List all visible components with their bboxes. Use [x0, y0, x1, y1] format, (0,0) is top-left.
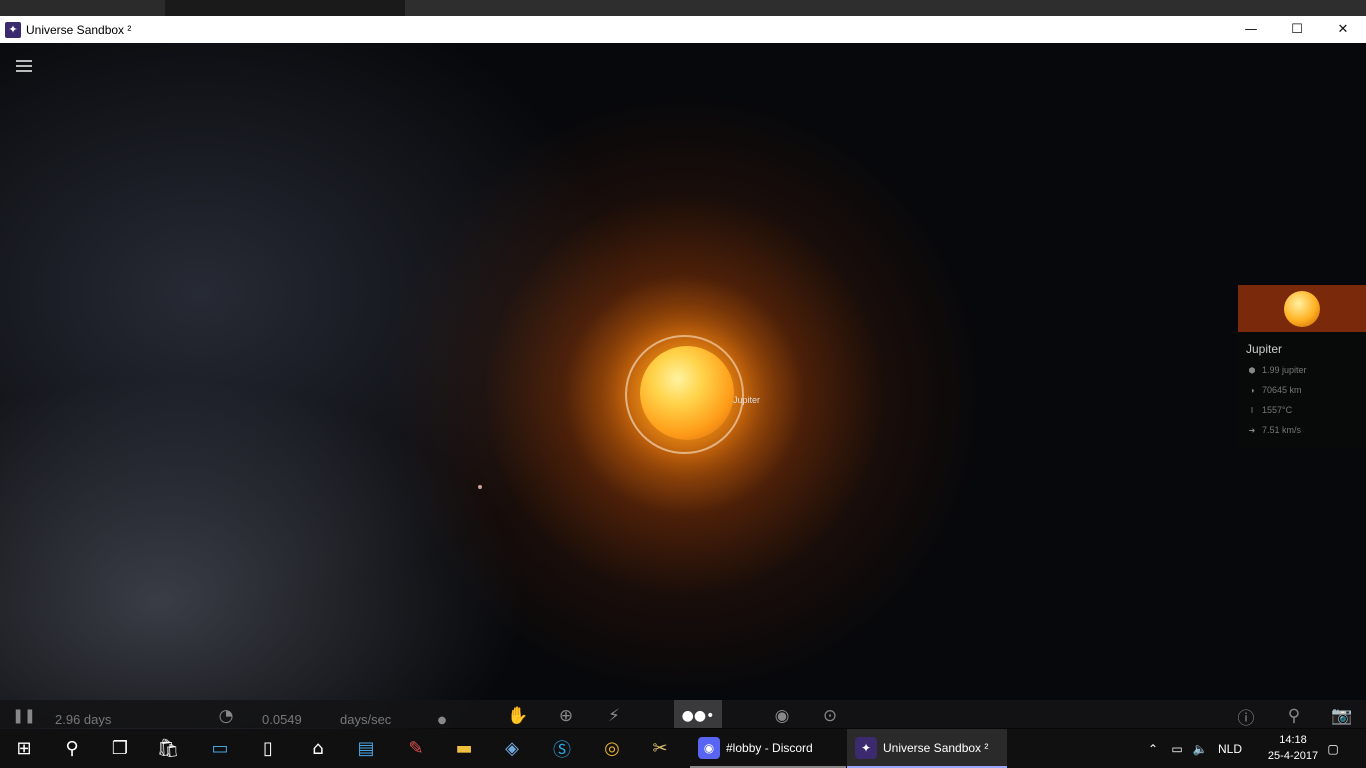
contacts-app-icon[interactable]: ▤ [342, 729, 390, 768]
add-object-icon[interactable]: ⊕ [554, 704, 578, 728]
file-explorer-icon[interactable]: ▬ [440, 729, 488, 768]
discord-icon: ◉ [698, 736, 720, 759]
radius-icon: ◑ [1249, 385, 1255, 395]
power-icon[interactable]: ▭ [1168, 729, 1186, 768]
object-info-panel: Jupiter ⬢ 1.99 jupiter ◑ 70645 km I 1557… [1238, 285, 1366, 447]
background-window-segment [405, 0, 1366, 16]
time-step-icon[interactable]: ◔ [214, 704, 238, 728]
simulation-viewport[interactable]: Jupiter Jupiter ⬢ 1.99 jupiter ◑ 70645 k… [0, 43, 1366, 729]
lenovo-app-icon[interactable]: ▭ [196, 729, 244, 768]
grab-hand-icon[interactable]: ✋ [506, 704, 530, 728]
orbit-dots-icon[interactable]: ●●• [682, 704, 715, 728]
simulation-toolbar: ❚❚ 2.96 days ◔ 0.0549 days/sec ● ✋ ⊕ ⚡ ●… [0, 700, 1366, 729]
camera-icon[interactable]: 📷 [1330, 704, 1354, 728]
windows-start-icon[interactable]: ⊞ [0, 729, 48, 768]
radius-value: 70645 km [1262, 385, 1302, 395]
object-thumbnail[interactable] [1238, 285, 1366, 332]
notifications-icon[interactable]: ▢ [1322, 729, 1344, 768]
temperature-value: 1557°C [1262, 405, 1293, 415]
search-icon[interactable]: ⚲ [1282, 704, 1306, 728]
task-view-icon[interactable]: ❐ [96, 729, 144, 768]
elapsed-time: 2.96 days [55, 711, 112, 727]
window-controls: — ☐ ✕ [1228, 16, 1366, 43]
taskbar-app-universe-sandbox[interactable]: ✦ Universe Sandbox ² [847, 729, 1007, 768]
maximize-button[interactable]: ☐ [1274, 16, 1320, 43]
window-title: Universe Sandbox ² [26, 22, 132, 37]
skype-icon[interactable]: Ⓢ [538, 729, 586, 768]
speed-unit: days/sec [340, 711, 392, 727]
mass-icon: ⬢ [1248, 365, 1256, 375]
close-button[interactable]: ✕ [1320, 16, 1366, 43]
virtualbox-icon[interactable]: ◈ [488, 729, 536, 768]
taskbar-app-label: #lobby - Discord [726, 740, 813, 755]
document-icon[interactable]: ▯ [244, 729, 292, 768]
chrome-icon[interactable]: ◎ [588, 729, 636, 768]
velocity-icon: ➜ [1248, 425, 1256, 435]
hamburger-menu-icon[interactable] [16, 60, 32, 74]
planet-jupiter[interactable] [640, 346, 734, 440]
clock-time: 14:18 [1279, 734, 1307, 746]
planet-label[interactable]: Jupiter [733, 395, 760, 405]
show-hidden-icons-icon[interactable]: ⌃ [1144, 729, 1162, 768]
speed-value: 0.0549 [262, 711, 302, 727]
radius-row: ◑ 70645 km [1246, 384, 1366, 396]
info-icon[interactable]: ⓘ [1234, 704, 1258, 729]
mass-value: 1.99 jupiter [1262, 365, 1307, 375]
store-icon[interactable]: 🛍 [144, 729, 192, 768]
sim-target-icon[interactable]: ⊙ [818, 704, 842, 728]
velocity-row: ➜ 7.51 km/s [1246, 424, 1366, 436]
pause-icon[interactable]: ❚❚ [12, 704, 36, 728]
speed-slider-handle[interactable]: ● [432, 714, 452, 726]
background-window-strip [0, 0, 1366, 16]
search-icon[interactable]: ⚲ [48, 729, 96, 768]
input-language[interactable]: NLD [1218, 729, 1244, 768]
view-eye-icon[interactable]: ◉ [770, 704, 794, 728]
volume-icon[interactable]: 🔈 [1190, 729, 1210, 768]
taskbar-app-discord[interactable]: ◉ #lobby - Discord [690, 729, 846, 768]
mass-row: ⬢ 1.99 jupiter [1246, 364, 1366, 376]
home-icon[interactable]: ⌂ [294, 729, 342, 768]
system-clock[interactable]: 14:18 25-4-2017 [1263, 732, 1323, 764]
windows-taskbar: ⊞ ⚲ ❐ 🛍 ▭ ▯ ⌂ ▤ ✎ ▬ ◈ Ⓢ ◎ ✂ ◉ #lobby - D… [0, 729, 1366, 768]
temperature-icon: I [1250, 405, 1254, 415]
laser-tool-icon[interactable]: ⚡ [602, 704, 626, 728]
object-name: Jupiter [1246, 342, 1283, 356]
background-window-segment [0, 0, 165, 16]
title-bar: ✦ Universe Sandbox ² — ☐ ✕ [0, 16, 1366, 43]
taskbar-app-label: Universe Sandbox ² [883, 740, 989, 755]
clock-date: 25-4-2017 [1267, 750, 1319, 762]
velocity-value: 7.51 km/s [1262, 425, 1302, 435]
universe-sandbox-app-icon: ✦ [5, 21, 21, 38]
temperature-row: I 1557°C [1246, 404, 1366, 416]
tools-app-icon[interactable]: ✂ [636, 729, 684, 768]
minimize-button[interactable]: — [1228, 16, 1274, 43]
universe-sandbox-icon: ✦ [855, 736, 877, 759]
paint-app-icon[interactable]: ✎ [392, 729, 440, 768]
distant-star [478, 485, 482, 489]
